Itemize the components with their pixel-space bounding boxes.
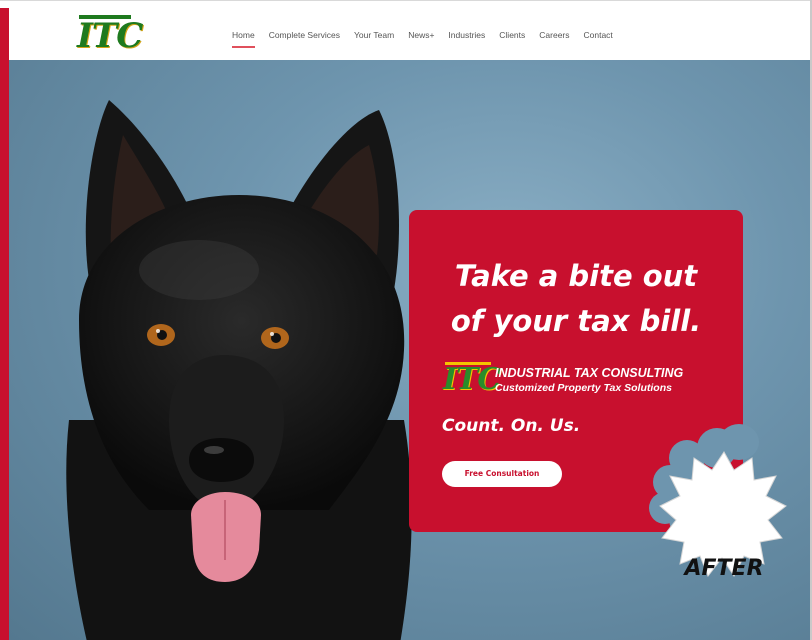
headline-line-1: Take a bite out — [454, 259, 698, 293]
nav-home[interactable]: Home — [232, 30, 255, 48]
nav-contact[interactable]: Contact — [584, 30, 613, 40]
brand-logo: ITC — [443, 362, 501, 400]
logo-text: ITC — [77, 16, 143, 56]
nav-clients[interactable]: Clients — [499, 30, 525, 40]
slogan: Count. On. Us. — [442, 416, 581, 436]
left-frame-bar — [0, 0, 9, 640]
nav-careers[interactable]: Careers — [539, 30, 569, 40]
brand-name: INDUSTRIAL TAX CONSULTING — [495, 366, 684, 380]
top-frame-border — [0, 0, 812, 8]
nav-industries[interactable]: Industries — [448, 30, 485, 40]
nav-complete-services[interactable]: Complete Services — [269, 30, 340, 40]
after-badge-label: AFTER — [684, 556, 764, 581]
brand-tagline: Customized Property Tax Solutions — [495, 382, 672, 394]
hero-headline: Take a bite out of your tax bill. — [409, 254, 743, 344]
itc-logo[interactable]: ITC — [77, 15, 143, 55]
free-consultation-button[interactable]: Free Consultation — [442, 461, 562, 487]
site-header: ITC Home Complete Services Your Team New… — [9, 8, 810, 60]
hero-banner: Take a bite out of your tax bill. ITC IN… — [9, 60, 810, 640]
main-nav: Home Complete Services Your Team News+ I… — [232, 30, 627, 48]
headline-line-2: of your tax bill. — [450, 304, 702, 338]
brand-logo-text: ITC — [443, 362, 501, 397]
nav-your-team[interactable]: Your Team — [354, 30, 394, 40]
nav-news[interactable]: News+ — [408, 30, 434, 40]
dog-image — [66, 100, 412, 640]
